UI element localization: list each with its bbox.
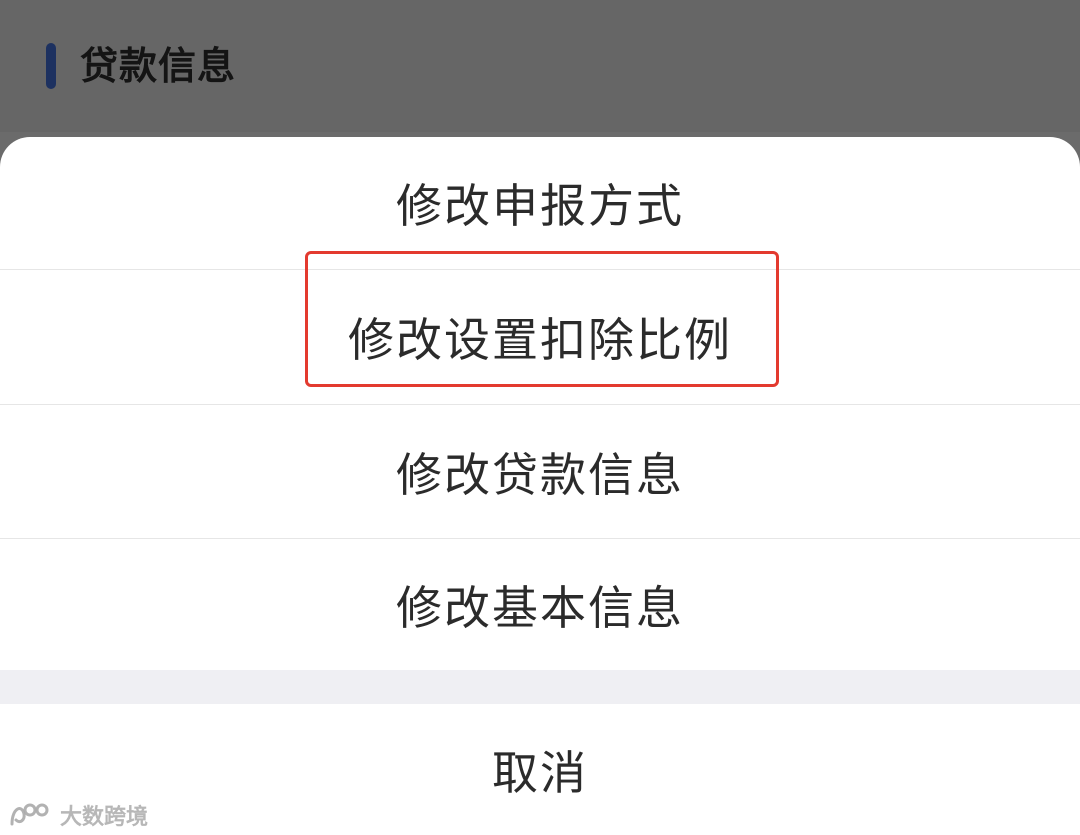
option-label: 修改贷款信息 bbox=[396, 447, 684, 502]
option-label: 修改设置扣除比例 bbox=[348, 313, 732, 367]
page-header: 贷款信息 bbox=[0, 0, 1080, 132]
option-label: 修改基本信息 bbox=[396, 580, 684, 635]
watermark-logo-icon bbox=[10, 803, 49, 826]
option-change-declaration-method[interactable]: 修改申报方式 bbox=[0, 137, 1080, 269]
option-change-basic-info[interactable]: 修改基本信息 bbox=[0, 539, 1080, 670]
section-gap bbox=[0, 670, 1080, 704]
option-label: 修改申报方式 bbox=[396, 179, 684, 233]
watermark-text: 大数跨境 bbox=[60, 805, 149, 830]
watermark: 大数跨境 bbox=[8, 798, 148, 832]
cancel-button[interactable]: 取消 bbox=[0, 704, 1080, 835]
section-accent-bar bbox=[46, 43, 56, 89]
section-title: 贷款信息 bbox=[80, 44, 237, 88]
action-sheet: 修改申报方式 修改设置扣除比例 修改贷款信息 修改基本信息 取消 bbox=[0, 137, 1080, 835]
cancel-label: 取消 bbox=[492, 745, 588, 800]
option-change-deduction-ratio[interactable]: 修改设置扣除比例 bbox=[0, 270, 1080, 404]
option-change-loan-info[interactable]: 修改贷款信息 bbox=[0, 405, 1080, 538]
